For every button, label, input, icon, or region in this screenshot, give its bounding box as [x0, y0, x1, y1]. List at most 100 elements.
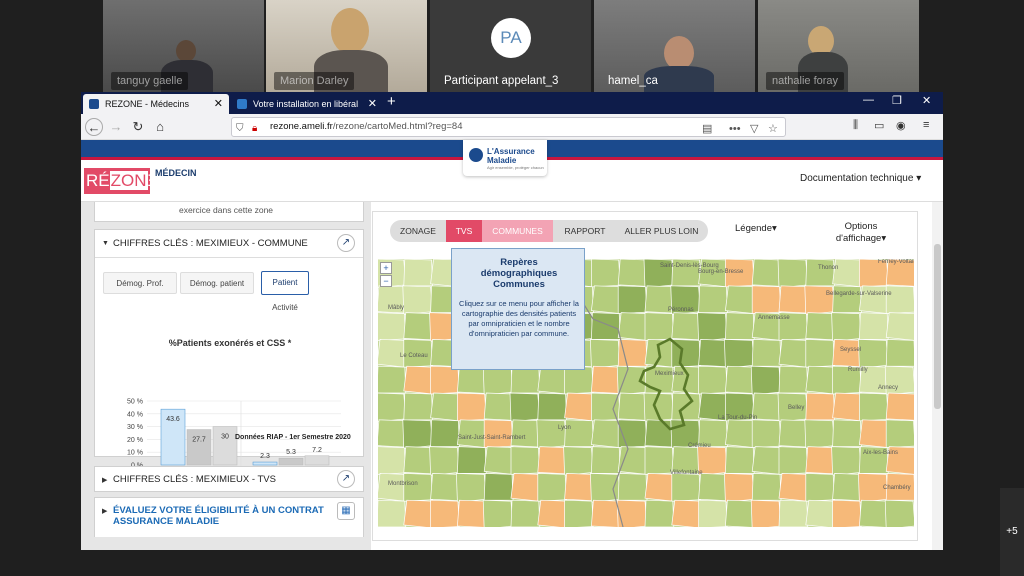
commune-area[interactable]: [805, 473, 835, 502]
card-title[interactable]: CHIFFRES CLÉS : MEXIMIEUX - COMMUNE: [113, 238, 308, 249]
commune-area[interactable]: [537, 473, 567, 502]
reload-icon[interactable]: ↻: [129, 118, 147, 136]
commune-area[interactable]: [430, 473, 460, 502]
commune-area[interactable]: [564, 473, 594, 502]
commune-area[interactable]: [832, 392, 862, 422]
commune-area[interactable]: [751, 473, 782, 501]
nav-zonage[interactable]: ZONAGE: [390, 220, 446, 242]
participant-tile[interactable]: tanguy gaelle: [103, 0, 264, 92]
commune-area[interactable]: [750, 365, 782, 396]
commune-area[interactable]: [778, 365, 809, 394]
commune-area[interactable]: [805, 392, 835, 421]
commune-area[interactable]: [457, 392, 487, 422]
subtab-activite[interactable]: Activité: [261, 296, 309, 318]
nav-tvs[interactable]: TVS: [446, 220, 482, 242]
commune-area[interactable]: [617, 473, 648, 501]
commune-area[interactable]: [402, 285, 433, 315]
commune-area[interactable]: [457, 499, 487, 527]
commune-area[interactable]: [804, 419, 835, 449]
tab-installation[interactable]: Votre installation en libéral ✕: [231, 94, 383, 114]
commune-area[interactable]: [483, 419, 514, 448]
commune-area[interactable]: [778, 499, 809, 527]
commune-area[interactable]: [671, 499, 701, 527]
more-icon[interactable]: •••: [729, 120, 741, 138]
commune-area[interactable]: [831, 312, 862, 342]
commune-area[interactable]: [429, 446, 460, 476]
sidebar-icon[interactable]: ▭: [874, 119, 884, 132]
commune-area[interactable]: [697, 312, 728, 342]
commune-area[interactable]: [430, 365, 460, 395]
nav-rapport[interactable]: RAPPORT: [553, 220, 617, 242]
participant-tile[interactable]: Marion Darley: [266, 0, 427, 92]
close-tab-icon[interactable]: ✕: [368, 94, 377, 114]
commune-area[interactable]: [457, 446, 487, 474]
commune-area[interactable]: [859, 499, 889, 527]
commune-area[interactable]: [778, 446, 809, 475]
commune-area[interactable]: [564, 499, 594, 527]
commune-area[interactable]: [617, 392, 648, 421]
commune-area[interactable]: [698, 365, 728, 395]
commune-area[interactable]: [510, 419, 541, 448]
commune-area[interactable]: [724, 473, 755, 503]
commune-area[interactable]: [378, 392, 407, 423]
commune-area[interactable]: [671, 312, 701, 341]
commune-area[interactable]: [885, 312, 914, 341]
commune-area[interactable]: [751, 285, 782, 314]
commune-area[interactable]: [805, 499, 835, 527]
commune-area[interactable]: [831, 446, 862, 476]
caret-right-icon[interactable]: ▶: [102, 476, 107, 484]
commune-area[interactable]: [832, 339, 862, 368]
commune-area[interactable]: [644, 419, 675, 448]
commune-area[interactable]: [859, 419, 889, 448]
commune-area[interactable]: [509, 392, 541, 423]
commune-area[interactable]: [590, 339, 621, 369]
commune-area[interactable]: [778, 339, 809, 368]
new-tab-icon[interactable]: +: [387, 93, 396, 110]
commune-area[interactable]: [430, 392, 460, 422]
commune-area[interactable]: [725, 419, 755, 448]
commune-area[interactable]: [858, 339, 889, 369]
commune-area[interactable]: [378, 419, 407, 448]
documentation-technique-link[interactable]: Documentation technique ▾: [800, 173, 921, 184]
commune-area[interactable]: [430, 499, 460, 527]
subtab-demog-patient[interactable]: Démog. patient: [180, 272, 254, 294]
commune-area[interactable]: [644, 499, 675, 527]
calculator-icon[interactable]: ▦: [337, 502, 355, 520]
commune-area[interactable]: [403, 473, 433, 502]
commune-area[interactable]: [617, 285, 648, 314]
commune-area[interactable]: [805, 339, 835, 368]
card-title[interactable]: CHIFFRES CLÉS : MEXIMIEUX - TVS: [113, 474, 276, 485]
commune-area[interactable]: [510, 499, 541, 527]
forward-icon[interactable]: →: [107, 118, 125, 136]
commune-area[interactable]: [859, 285, 889, 314]
commune-area[interactable]: [751, 259, 782, 287]
display-options-dropdown[interactable]: Options d'affichage▾: [831, 221, 891, 245]
commune-area[interactable]: [805, 259, 835, 287]
card-title[interactable]: ÉVALUEZ VOTRE ÉLIGIBILITÉ À UN CONTRAT A…: [113, 505, 324, 527]
commune-area[interactable]: [885, 392, 914, 421]
commune-area[interactable]: [859, 392, 889, 422]
commune-area[interactable]: [885, 285, 914, 314]
menu-icon[interactable]: ≡: [923, 119, 929, 131]
back-icon[interactable]: ←: [85, 118, 103, 136]
commune-area[interactable]: [403, 259, 433, 287]
commune-area[interactable]: [403, 499, 433, 527]
commune-area[interactable]: [537, 499, 567, 527]
commune-area[interactable]: [885, 339, 914, 367]
commune-area[interactable]: [698, 339, 728, 368]
zoom-out-button[interactable]: −: [380, 275, 392, 287]
commune-area[interactable]: [777, 259, 809, 289]
commune-area[interactable]: [403, 312, 433, 341]
pocket-icon[interactable]: ▽: [750, 120, 758, 138]
url-bar[interactable]: ⛉ 🔒︎ rezone.ameli.fr/rezone/cartoMed.htm…: [231, 117, 786, 137]
commune-area[interactable]: [725, 365, 755, 394]
commune-area[interactable]: [832, 419, 862, 447]
commune-area[interactable]: [430, 419, 460, 447]
commune-area[interactable]: [457, 419, 487, 448]
commune-area[interactable]: [832, 285, 862, 313]
commune-area[interactable]: [510, 446, 541, 475]
commune-area[interactable]: [564, 392, 594, 422]
commune-area[interactable]: [698, 285, 728, 313]
caret-right-icon[interactable]: ▶: [102, 507, 107, 515]
commune-area[interactable]: [805, 365, 835, 395]
